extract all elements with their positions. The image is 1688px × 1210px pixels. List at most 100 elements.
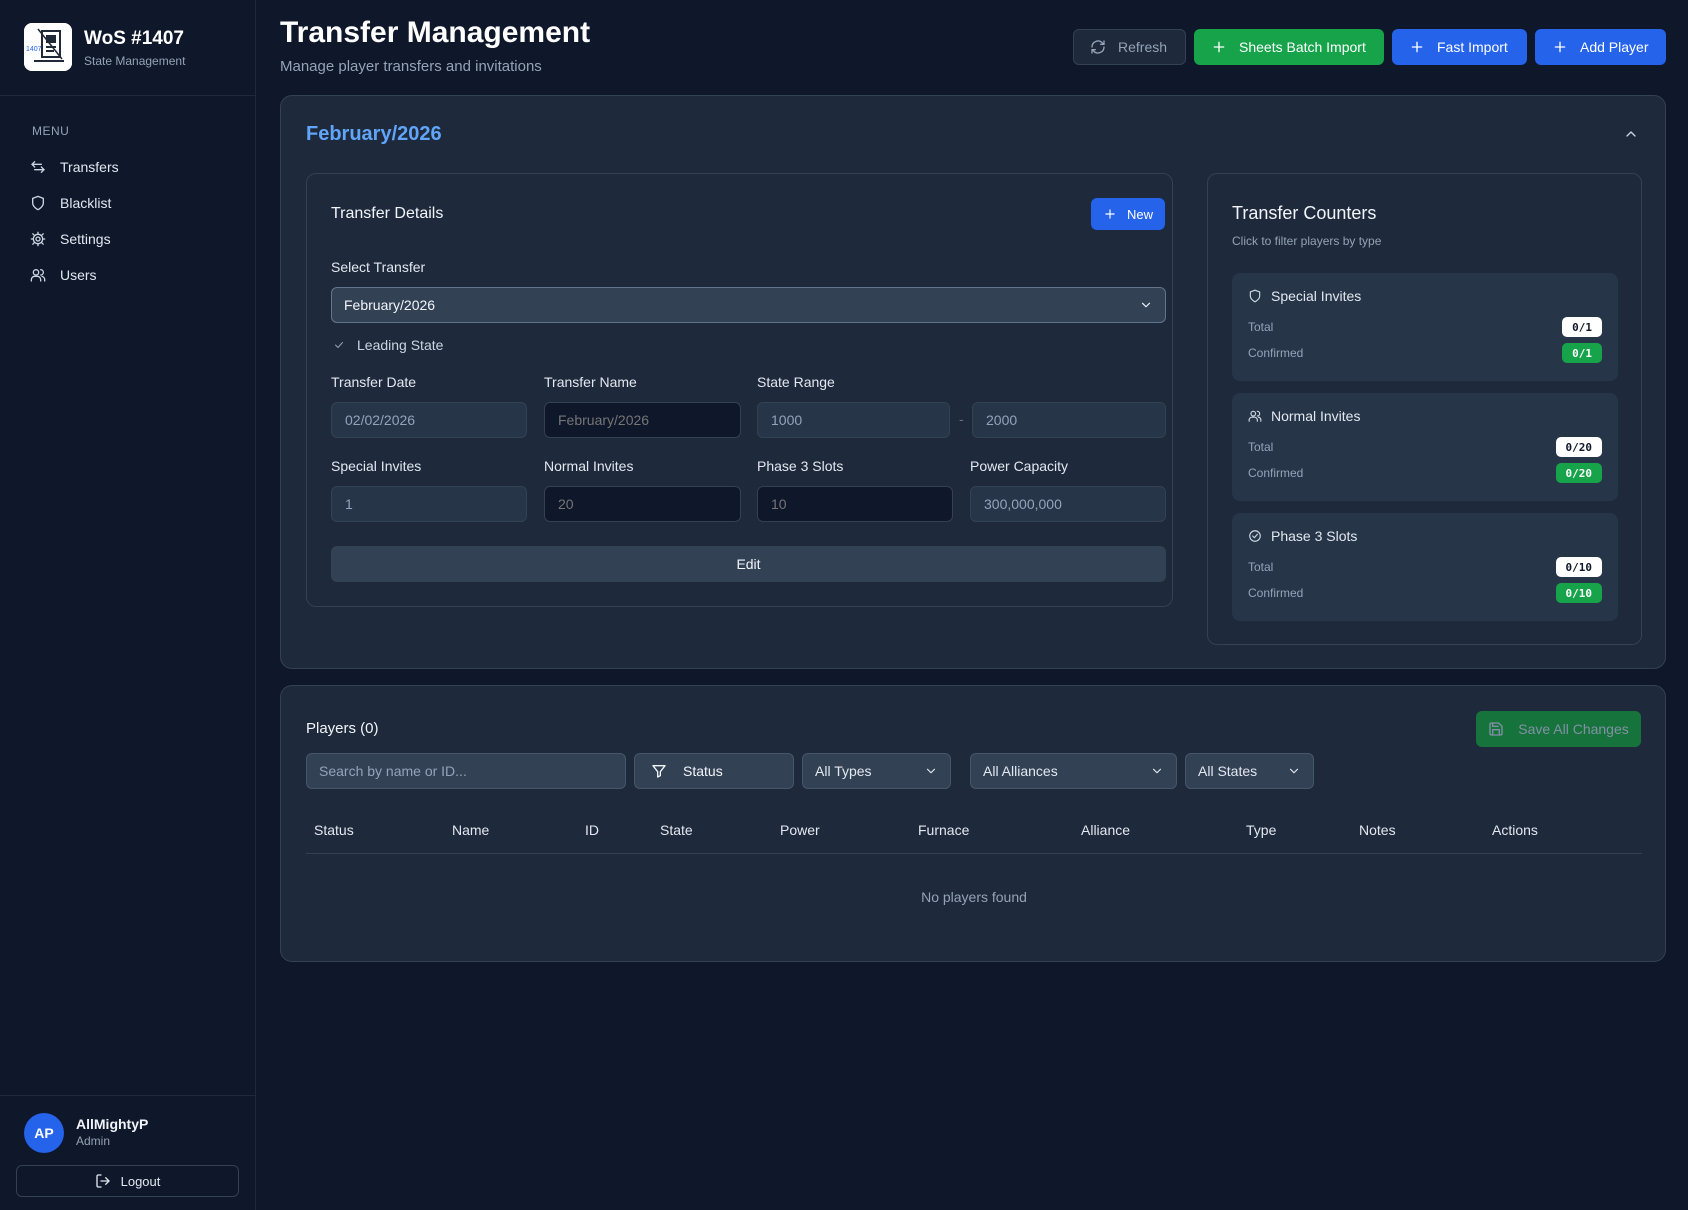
normal-invites-label: Normal Invites: [544, 458, 634, 474]
page-subtitle: Manage player transfers and invitations: [280, 58, 542, 75]
special-invites-label: Special Invites: [331, 458, 422, 474]
brand-header: 1407 WoS #1407 State Management: [0, 0, 255, 96]
app-logo: 1407: [24, 23, 72, 71]
select-transfer-dropdown[interactable]: February/2026: [331, 287, 1166, 323]
special-invites-input[interactable]: [331, 486, 527, 522]
refresh-button[interactable]: Refresh: [1073, 29, 1186, 65]
plus-icon: [1103, 207, 1117, 221]
phase3-slots-label: Phase 3 Slots: [757, 458, 844, 474]
counter-total-label: Total: [1248, 560, 1274, 574]
sheets-batch-import-label: Sheets Batch Import: [1239, 39, 1366, 55]
column-name[interactable]: Name: [452, 822, 489, 838]
brand-title: WoS #1407: [84, 28, 184, 49]
column-power[interactable]: Power: [780, 822, 820, 838]
plus-icon: [1552, 39, 1568, 55]
power-capacity-label: Power Capacity: [970, 458, 1069, 474]
transfer-panel: February/2026 Transfer Details New Selec…: [280, 95, 1666, 669]
save-all-changes-button[interactable]: Save All Changes: [1476, 711, 1641, 747]
sidebar-item-transfers[interactable]: Transfers: [24, 151, 232, 183]
transfer-details-card: Transfer Details New Select Transfer Feb…: [306, 173, 1173, 607]
counter-confirmed-label: Confirmed: [1248, 466, 1304, 480]
user-role: Admin: [76, 1134, 111, 1148]
logout-label: Logout: [120, 1173, 161, 1189]
alliances-dropdown-value: All Alliances: [983, 763, 1058, 779]
players-table-header: Status Name ID State Power Furnace Allia…: [306, 804, 1642, 854]
refresh-label: Refresh: [1118, 39, 1168, 55]
column-furnace[interactable]: Furnace: [918, 822, 969, 838]
counter-total-label: Total: [1248, 320, 1274, 334]
counter-title: Normal Invites: [1248, 408, 1360, 424]
leading-state-label: Leading State: [357, 337, 444, 353]
status-filter-label: Status: [683, 763, 723, 779]
counter-title: Special Invites: [1248, 288, 1361, 304]
refresh-icon: [1090, 39, 1106, 55]
edit-button[interactable]: Edit: [331, 546, 1166, 582]
alliances-dropdown[interactable]: All Alliances: [970, 753, 1177, 789]
plus-icon: [1211, 39, 1227, 55]
state-range-label: State Range: [757, 374, 835, 390]
counter-normal-invites[interactable]: Normal Invites Total 0/20 Confirmed 0/20: [1232, 393, 1618, 501]
players-title: Players (0): [306, 720, 379, 737]
normal-invites-input[interactable]: [544, 486, 741, 522]
chevron-down-icon: [1139, 298, 1153, 312]
user-name: AllMightyP: [76, 1116, 149, 1132]
fast-import-label: Fast Import: [1437, 39, 1508, 55]
sheets-batch-import-button[interactable]: Sheets Batch Import: [1194, 29, 1384, 65]
player-search-input[interactable]: [306, 753, 626, 789]
leading-state-row: Leading State: [331, 337, 443, 353]
transfer-date-input[interactable]: [331, 402, 527, 438]
sidebar-item-label: Users: [60, 267, 97, 283]
state-range-separator: -: [959, 411, 964, 427]
users-icon: [24, 261, 52, 289]
avatar[interactable]: AP: [24, 1113, 64, 1153]
players-panel: Players (0) Save All Changes Status All …: [280, 685, 1666, 962]
chevron-down-icon: [1287, 764, 1301, 778]
status-filter-button[interactable]: Status: [634, 753, 794, 789]
counter-confirmed-badge: 0/10: [1555, 583, 1602, 603]
column-notes[interactable]: Notes: [1359, 822, 1396, 838]
types-dropdown[interactable]: All Types: [802, 753, 951, 789]
power-capacity-input[interactable]: [970, 486, 1166, 522]
counter-phase3-slots[interactable]: Phase 3 Slots Total 0/10 Confirmed 0/10: [1232, 513, 1618, 621]
gear-icon: [24, 225, 52, 253]
counter-confirmed-label: Confirmed: [1248, 346, 1304, 360]
save-all-changes-label: Save All Changes: [1518, 721, 1629, 737]
sidebar-item-blacklist[interactable]: Blacklist: [24, 187, 232, 219]
transfer-counters-card: Transfer Counters Click to filter player…: [1207, 173, 1642, 645]
sidebar-item-users[interactable]: Users: [24, 259, 232, 291]
add-player-button[interactable]: Add Player: [1535, 29, 1666, 65]
sidebar-item-label: Settings: [60, 231, 111, 247]
leading-state-checkbox[interactable]: [331, 337, 347, 353]
sidebar-item-settings[interactable]: Settings: [24, 223, 232, 255]
counter-total-badge: 0/20: [1555, 437, 1602, 457]
counter-label: Special Invites: [1271, 288, 1362, 304]
empty-players-message: No players found: [921, 889, 1027, 905]
types-dropdown-value: All Types: [815, 763, 872, 779]
column-id[interactable]: ID: [585, 822, 599, 838]
transfer-counters-subtitle: Click to filter players by type: [1232, 234, 1382, 248]
add-player-label: Add Player: [1580, 39, 1649, 55]
phase3-slots-input[interactable]: [757, 486, 953, 522]
column-status[interactable]: Status: [314, 822, 354, 838]
sidebar-item-label: Transfers: [60, 159, 119, 175]
counter-label: Normal Invites: [1271, 408, 1361, 424]
sidebar: 1407 WoS #1407 State Management MENU Tra…: [0, 0, 256, 1210]
counter-confirmed-badge: 0/1: [1562, 343, 1602, 363]
column-alliance[interactable]: Alliance: [1081, 822, 1130, 838]
chevron-up-icon: [1623, 126, 1639, 142]
fast-import-button[interactable]: Fast Import: [1392, 29, 1527, 65]
logout-button[interactable]: Logout: [16, 1165, 239, 1197]
filter-icon: [651, 763, 667, 779]
state-range-min-input[interactable]: [757, 402, 950, 438]
new-transfer-button[interactable]: New: [1091, 198, 1165, 230]
counter-total-label: Total: [1248, 440, 1274, 454]
states-dropdown[interactable]: All States: [1185, 753, 1314, 789]
state-range-max-input[interactable]: [972, 402, 1166, 438]
column-type[interactable]: Type: [1246, 822, 1276, 838]
collapse-button[interactable]: [1619, 122, 1643, 146]
select-transfer-label: Select Transfer: [331, 259, 426, 275]
plus-icon: [1409, 39, 1425, 55]
transfer-name-input[interactable]: [544, 402, 741, 438]
counter-special-invites[interactable]: Special Invites Total 0/1 Confirmed 0/1: [1232, 273, 1618, 381]
column-state[interactable]: State: [660, 822, 693, 838]
